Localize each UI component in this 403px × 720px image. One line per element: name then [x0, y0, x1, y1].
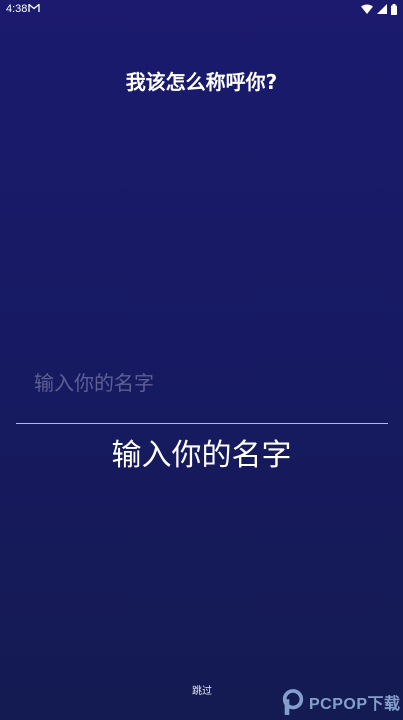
name-setup-screen: 4:38 我该怎么称呼你? 输入你的名字 跳过 PCPOP下载	[0, 0, 403, 720]
status-bar: 4:38	[0, 0, 403, 18]
gmail-icon	[28, 3, 40, 12]
name-input[interactable]	[34, 367, 374, 399]
signal-icon	[377, 4, 387, 14]
skip-button[interactable]: 跳过	[176, 678, 228, 700]
watermark: PCPOP下载	[281, 685, 401, 719]
battery-icon	[391, 3, 397, 15]
wifi-icon	[361, 4, 373, 14]
status-icons	[361, 3, 397, 15]
status-time: 4:38	[6, 3, 28, 15]
input-underline	[16, 423, 388, 424]
pcpop-logo-icon	[282, 689, 304, 715]
page-title: 我该怎么称呼你?	[125, 70, 278, 94]
watermark-text: PCPOP下载	[309, 696, 401, 713]
name-display: 输入你的名字	[111, 438, 292, 473]
